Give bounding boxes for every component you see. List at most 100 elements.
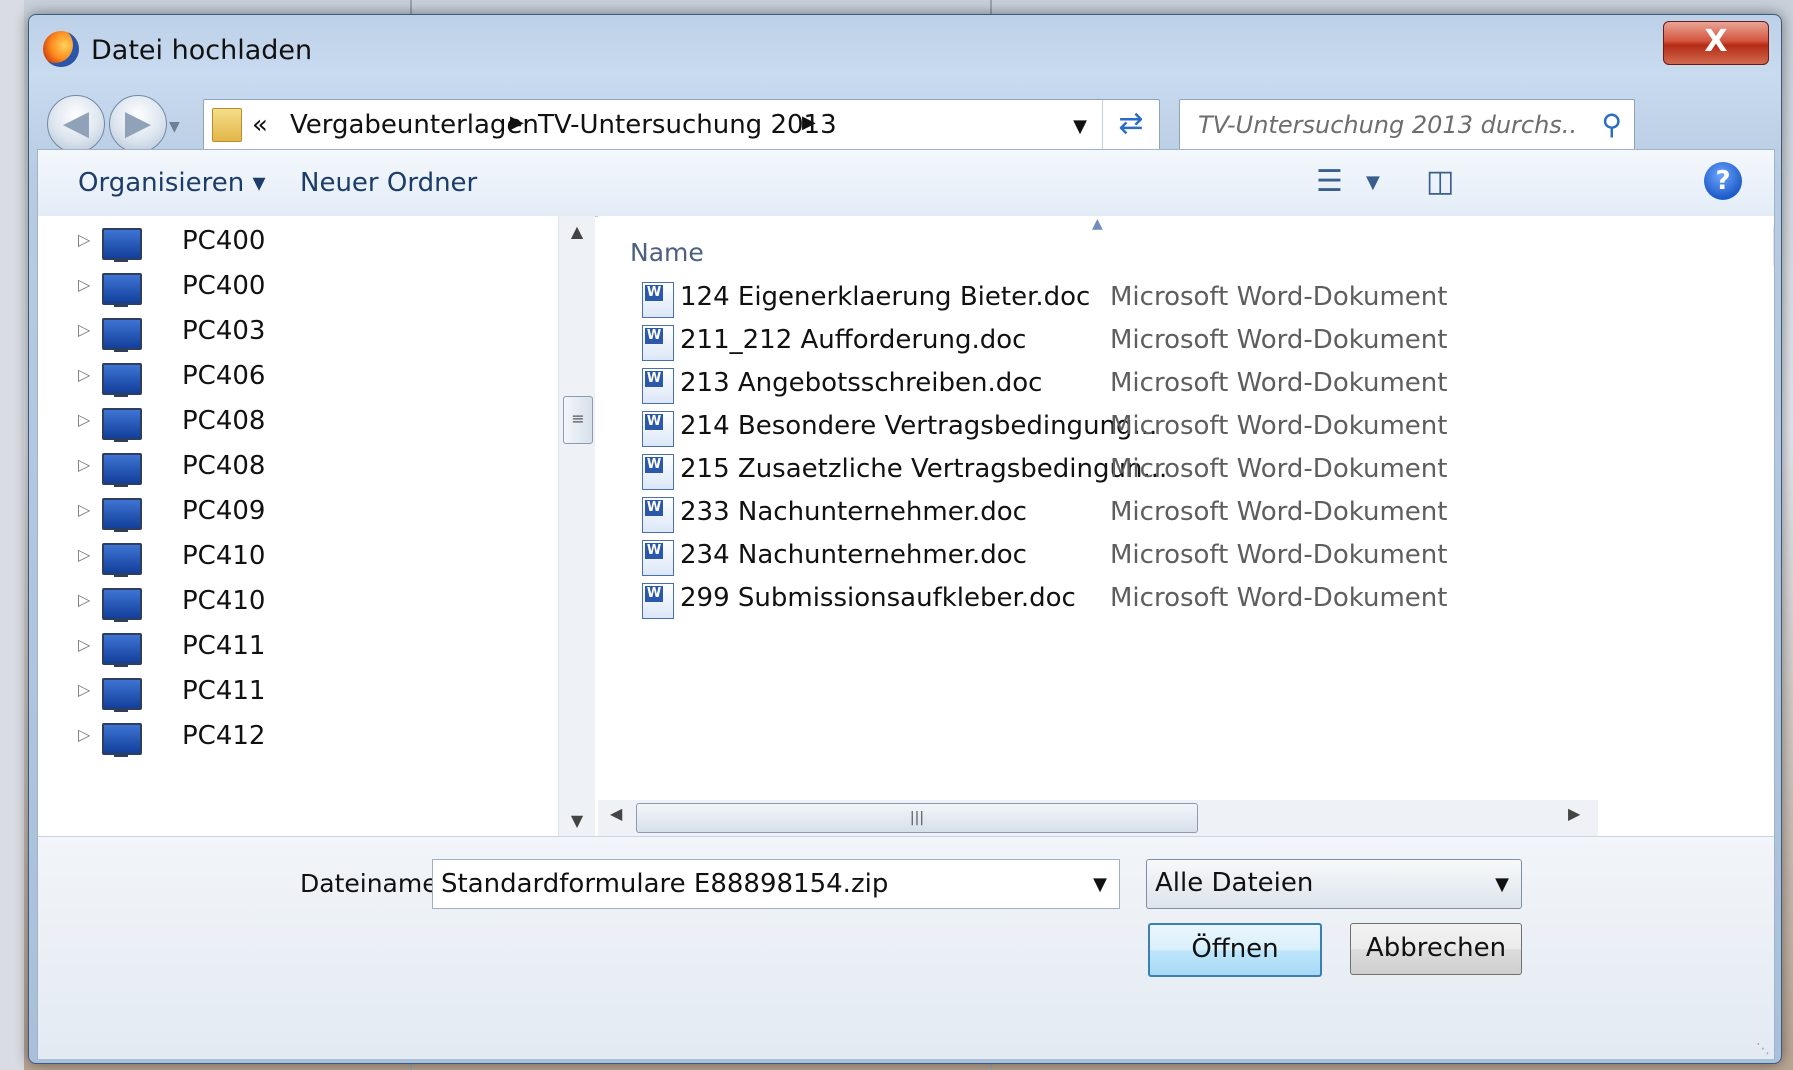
tree-item-label: PC411: [182, 676, 266, 706]
expand-arrow-icon[interactable]: ▷: [78, 320, 90, 339]
tree-item[interactable]: ▷ PC408: [78, 402, 518, 442]
word-document-icon: [642, 540, 674, 576]
breadcrumb-tv-untersuchung[interactable]: TV-Untersuchung 2013: [538, 110, 837, 140]
forward-arrow-icon[interactable]: ▶: [109, 95, 167, 153]
file-upload-dialog: Datei hochladen X ◀ ▶ ▼ « Vergabeunterla…: [28, 14, 1782, 1064]
horizontal-scroll-thumb[interactable]: |||: [636, 803, 1198, 833]
tree-item[interactable]: ▷ PC400: [78, 267, 518, 307]
expand-arrow-icon[interactable]: ▷: [78, 365, 90, 384]
address-dropdown-icon[interactable]: ▼: [1073, 116, 1087, 137]
expand-arrow-icon[interactable]: ▷: [78, 590, 90, 609]
address-bar[interactable]: « Vergabeunterlagen ▶ TV-Untersuchung 20…: [203, 99, 1160, 151]
file-name: 213 Angebotsschreiben.doc: [680, 368, 1043, 398]
expand-arrow-icon[interactable]: ▷: [78, 410, 90, 429]
file-row[interactable]: 124 Eigenerklaerung Bieter.doc Microsoft…: [634, 278, 1734, 320]
computer-icon: [102, 543, 142, 577]
tree-item[interactable]: ▷ PC406: [78, 357, 518, 397]
history-dropdown-icon[interactable]: ▼: [169, 119, 180, 135]
search-input[interactable]: [1196, 106, 1580, 144]
preview-pane-icon[interactable]: ◫: [1426, 164, 1454, 199]
file-type: Microsoft Word-Dokument: [1110, 368, 1448, 398]
breadcrumb-separator-icon[interactable]: ▶: [510, 112, 524, 133]
horizontal-scrollbar[interactable]: ◀ ||| ▶: [598, 800, 1598, 836]
tree-item[interactable]: ▷ PC400: [78, 222, 518, 262]
resize-grip-icon[interactable]: ⋱: [1756, 1041, 1770, 1057]
search-box[interactable]: ⚲: [1179, 99, 1635, 151]
computer-icon: [102, 228, 142, 262]
word-document-icon: [642, 497, 674, 533]
filename-label: Dateiname:: [300, 869, 447, 898]
tree-item[interactable]: ▷ PC408: [78, 447, 518, 487]
filename-combobox[interactable]: ▼: [432, 859, 1120, 909]
expand-arrow-icon[interactable]: ▷: [78, 725, 90, 744]
back-arrow-icon[interactable]: ◀: [47, 95, 105, 153]
file-type: Microsoft Word-Dokument: [1110, 411, 1448, 441]
expand-arrow-icon[interactable]: ▷: [78, 455, 90, 474]
breadcrumb-overflow[interactable]: «: [252, 110, 268, 140]
tree-item[interactable]: ▷ PC412: [78, 717, 518, 757]
word-document-icon: [642, 583, 674, 619]
filename-input[interactable]: [439, 866, 1063, 902]
computer-icon: [102, 453, 142, 487]
column-header-name[interactable]: Name: [630, 238, 704, 267]
expand-arrow-icon[interactable]: ▷: [78, 635, 90, 654]
computer-icon: [102, 633, 142, 667]
file-row[interactable]: 215 Zusaetzliche Vertragsbedingun... Mic…: [634, 450, 1734, 492]
file-name: 215 Zusaetzliche Vertragsbedingun...: [680, 454, 1168, 484]
scroll-right-icon[interactable]: ▶: [1568, 804, 1580, 823]
computer-icon: [102, 723, 142, 757]
breadcrumb-vergabeunterlagen[interactable]: Vergabeunterlagen: [290, 110, 539, 140]
cancel-button[interactable]: Abbrechen: [1350, 923, 1522, 975]
view-dropdown-icon[interactable]: ▼: [1366, 172, 1380, 193]
search-icon[interactable]: ⚲: [1601, 108, 1622, 141]
scroll-left-icon[interactable]: ◀: [610, 804, 622, 823]
tree-scrollbar[interactable]: ▲ ≡ ▼: [558, 216, 595, 836]
filename-dropdown-icon[interactable]: ▼: [1093, 874, 1107, 895]
expand-arrow-icon[interactable]: ▷: [78, 545, 90, 564]
tree-item-label: PC406: [182, 361, 266, 391]
close-button[interactable]: X: [1663, 21, 1769, 65]
file-name: 211_212 Aufforderung.doc: [680, 325, 1027, 355]
help-icon[interactable]: ?: [1704, 162, 1742, 200]
file-row[interactable]: 299 Submissionsaufkleber.doc Microsoft W…: [634, 579, 1734, 621]
expand-arrow-icon[interactable]: ▷: [78, 500, 90, 519]
file-row[interactable]: 211_212 Aufforderung.doc Microsoft Word-…: [634, 321, 1734, 363]
open-button[interactable]: Öffnen: [1148, 923, 1322, 977]
tree-item[interactable]: ▷ PC411: [78, 672, 518, 712]
title-bar: Datei hochladen X: [29, 15, 1781, 87]
file-name: 299 Submissionsaufkleber.doc: [680, 583, 1076, 613]
expand-arrow-icon[interactable]: ▷: [78, 680, 90, 699]
file-type: Microsoft Word-Dokument: [1110, 325, 1448, 355]
file-row[interactable]: 214 Besondere Vertragsbedingung... Micro…: [634, 407, 1734, 449]
tree-item-label: PC410: [182, 586, 266, 616]
scroll-thumb[interactable]: ≡: [563, 396, 593, 444]
file-type: Microsoft Word-Dokument: [1110, 497, 1448, 527]
computer-icon: [102, 498, 142, 532]
new-folder-button[interactable]: Neuer Ordner: [300, 168, 477, 198]
scroll-down-icon[interactable]: ▼: [559, 811, 595, 830]
computer-icon: [102, 588, 142, 622]
tree-item[interactable]: ▷ PC403: [78, 312, 518, 352]
folder-icon: [212, 108, 242, 142]
tree-item[interactable]: ▷ PC410: [78, 537, 518, 577]
filter-dropdown-icon[interactable]: ▼: [1495, 874, 1509, 895]
tree-item-label: PC412: [182, 721, 266, 751]
tree-item[interactable]: ▷ PC410: [78, 582, 518, 622]
refresh-icon[interactable]: ⇄: [1102, 100, 1159, 150]
expand-arrow-icon[interactable]: ▷: [78, 275, 90, 294]
view-list-icon[interactable]: ☰: [1316, 164, 1343, 199]
file-type-filter[interactable]: Alle Dateien ▼: [1146, 859, 1522, 909]
tree-item-label: PC408: [182, 451, 266, 481]
computer-icon: [102, 318, 142, 352]
scroll-up-icon[interactable]: ▲: [559, 222, 595, 241]
file-row[interactable]: 213 Angebotsschreiben.doc Microsoft Word…: [634, 364, 1734, 406]
word-document-icon: [642, 368, 674, 404]
expand-arrow-icon[interactable]: ▷: [78, 230, 90, 249]
tree-item[interactable]: ▷ PC409: [78, 492, 518, 532]
organize-button[interactable]: Organisieren ▾: [78, 168, 266, 198]
file-row[interactable]: 234 Nachunternehmer.doc Microsoft Word-D…: [634, 536, 1734, 578]
breadcrumb-separator-icon[interactable]: ▶: [802, 112, 816, 133]
tree-item-label: PC400: [182, 226, 266, 256]
file-row[interactable]: 233 Nachunternehmer.doc Microsoft Word-D…: [634, 493, 1734, 535]
tree-item[interactable]: ▷ PC411: [78, 627, 518, 667]
